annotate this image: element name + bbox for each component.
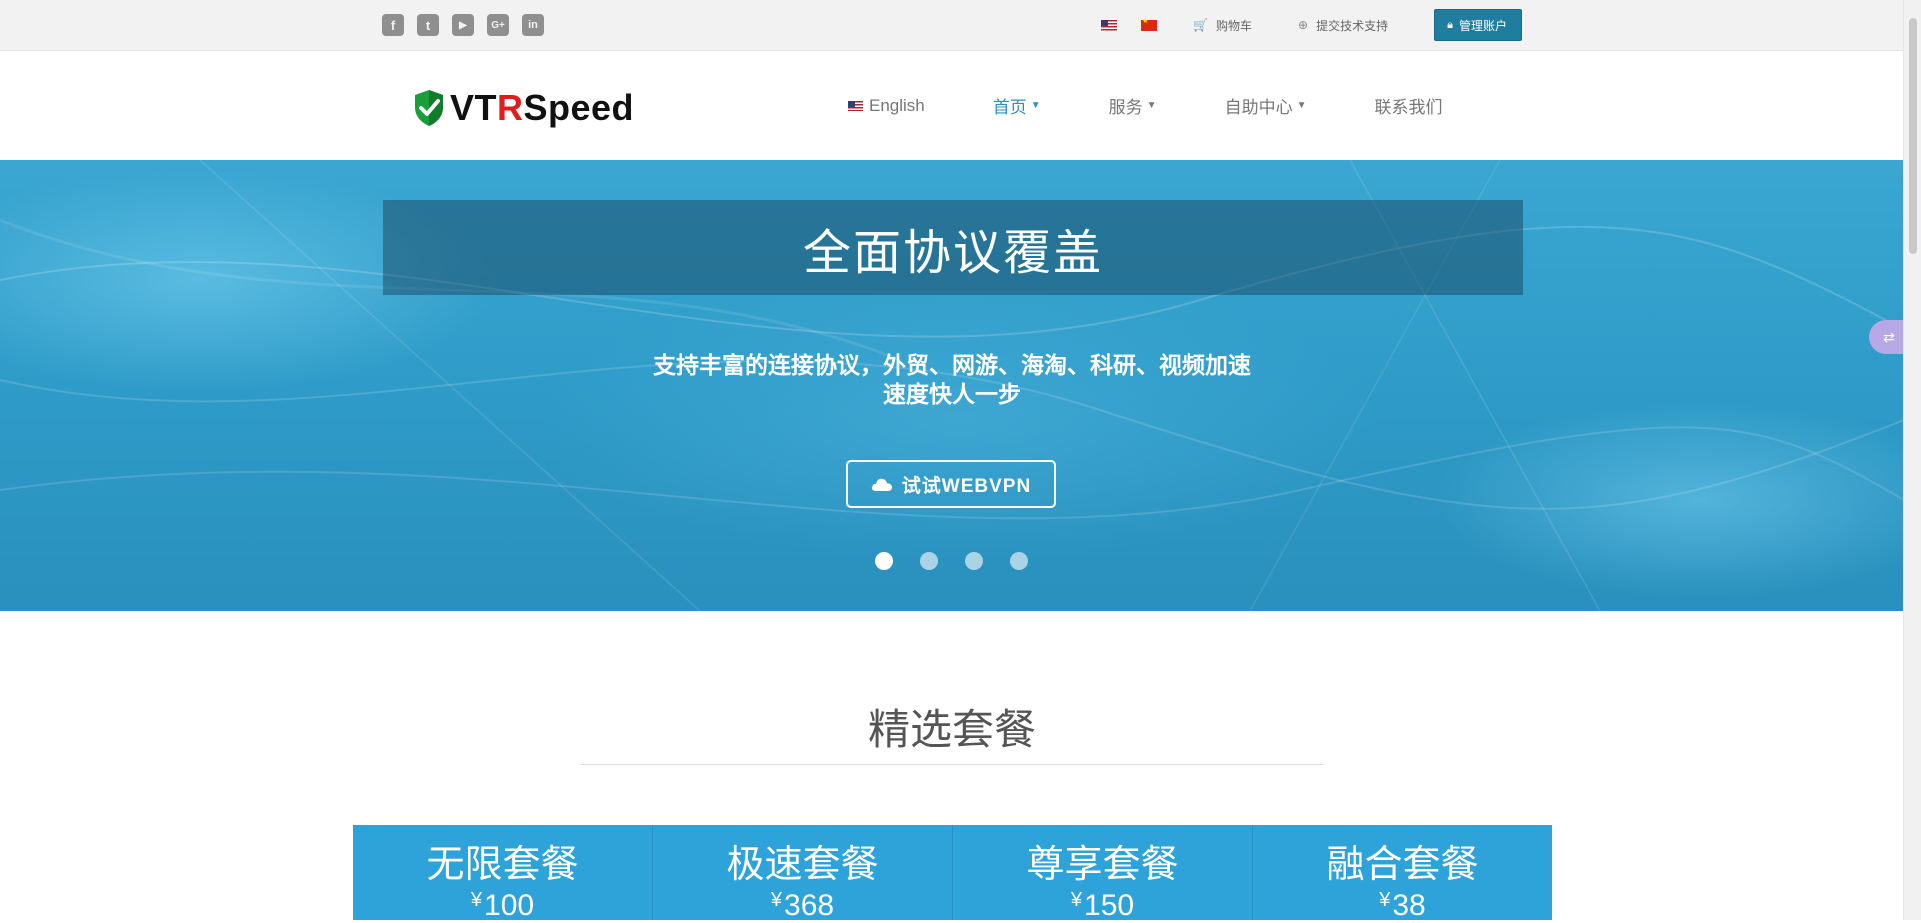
nav-self-service-label: 自助中心 — [1224, 98, 1293, 117]
logo-text: VTRSpeed — [450, 87, 635, 128]
hero-title-box: 全面协议覆盖 — [383, 200, 1523, 295]
plan-price: ¥38 — [1379, 889, 1426, 922]
page-scrollbar[interactable] — [1903, 0, 1921, 920]
youtube-icon[interactable]: ▶ — [452, 14, 474, 36]
us-flag-icon[interactable] — [1101, 19, 1118, 31]
nav-home-label: 首页 — [992, 98, 1027, 117]
china-flag-icon[interactable] — [1141, 17, 1158, 31]
slide-dot-4[interactable] — [1010, 552, 1028, 570]
cloud-icon — [871, 478, 892, 491]
caret-down-icon: ▼ — [1146, 100, 1157, 111]
cart-label: 购物车 — [1216, 18, 1253, 33]
plan-card[interactable]: 无限套餐 ¥100 — [353, 825, 653, 922]
site-logo[interactable]: VTRSpeed — [413, 87, 634, 129]
hero-title: 全面协议覆盖 — [802, 226, 1103, 280]
site-header: VTRSpeed English 首页 ▼ 服务 ▼ 自助中心 ▼ 联系我们 — [0, 51, 1904, 160]
scrollbar-thumb[interactable] — [1909, 18, 1917, 254]
nav-english-label: English — [869, 95, 925, 115]
slide-dot-1[interactable] — [875, 552, 893, 570]
plan-price: ¥100 — [470, 889, 535, 922]
plan-name: 极速套餐 — [726, 844, 879, 886]
shield-check-icon — [415, 90, 443, 126]
translate-icon: ⇄ — [1883, 328, 1895, 345]
manage-account-label: 管理账户 — [1458, 18, 1507, 33]
facebook-icon[interactable]: f — [382, 14, 404, 36]
top-utility-bar: f t ▶ G+ in 🛒 购物车 ⊕ 提交技术支持 🔒︎ 管理账户 — [0, 0, 1904, 51]
featured-title: 精选套餐 — [867, 706, 1036, 753]
social-links: f t ▶ G+ in — [382, 14, 544, 36]
nav-self-service[interactable]: 自助中心 ▼ — [1225, 93, 1307, 118]
plan-name: 无限套餐 — [426, 844, 579, 886]
plan-price: ¥150 — [1070, 889, 1135, 922]
nav-services-label: 服务 — [1108, 98, 1143, 117]
nav-services[interactable]: 服务 ▼ — [1109, 93, 1157, 118]
slide-dot-2[interactable] — [920, 552, 938, 570]
linkedin-icon[interactable]: in — [522, 14, 544, 36]
lock-icon: 🔒︎ — [1447, 18, 1453, 31]
main-nav: English 首页 ▼ 服务 ▼ 自助中心 ▼ 联系我们 — [848, 93, 1510, 118]
hero-subtitle-line1: 支持丰富的连接协议，外贸、网游、海淘、科研、视频加速 — [653, 352, 1251, 378]
cart-icon: 🛒 — [1193, 18, 1209, 32]
plan-card[interactable]: 融合套餐 ¥38 — [1253, 825, 1552, 922]
caret-down-icon: ▼ — [1030, 100, 1041, 111]
top-right-links: 🛒 购物车 ⊕ 提交技术支持 🔒︎ 管理账户 — [1101, 9, 1522, 41]
nav-contact[interactable]: 联系我们 — [1374, 93, 1442, 118]
nav-contact-label: 联系我们 — [1374, 98, 1443, 117]
featured-plans: 无限套餐 ¥100 极速套餐 ¥368 尊享套餐 ¥150 融合套餐 ¥38 — [353, 825, 1552, 922]
nav-home[interactable]: 首页 ▼ — [993, 93, 1041, 118]
support-ticket-link[interactable]: ⊕ 提交技术支持 — [1298, 17, 1388, 34]
hero-slider: 全面协议覆盖 支持丰富的连接协议，外贸、网游、海淘、科研、视频加速 速度快人一步… — [0, 160, 1904, 611]
plan-price: ¥368 — [770, 889, 835, 922]
globe-icon: ⊕ — [1298, 18, 1309, 32]
try-webvpn-label: 试试WEBVPN — [901, 475, 1032, 497]
plan-card[interactable]: 极速套餐 ¥368 — [653, 825, 953, 922]
plan-name: 尊享套餐 — [1026, 844, 1179, 886]
plan-name: 融合套餐 — [1326, 844, 1479, 886]
hero-subtitle: 支持丰富的连接协议，外贸、网游、海淘、科研、视频加速 速度快人一步 — [0, 351, 1904, 409]
try-webvpn-button[interactable]: 试试WEBVPN — [846, 460, 1056, 508]
support-label: 提交技术支持 — [1316, 18, 1389, 33]
nav-english[interactable]: English — [848, 96, 925, 116]
caret-down-icon: ▼ — [1296, 100, 1307, 111]
google-plus-icon[interactable]: G+ — [487, 14, 509, 36]
slide-dot-3[interactable] — [965, 552, 983, 570]
us-flag-icon — [848, 100, 863, 111]
cart-link[interactable]: 🛒 购物车 — [1193, 17, 1252, 34]
hero-subtitle-line2: 速度快人一步 — [883, 381, 1021, 407]
slider-dots — [875, 552, 1028, 570]
twitter-icon[interactable]: t — [417, 14, 439, 36]
manage-account-button[interactable]: 🔒︎ 管理账户 — [1434, 9, 1522, 41]
plan-card[interactable]: 尊享套餐 ¥150 — [953, 825, 1253, 922]
section-divider — [581, 764, 1323, 765]
